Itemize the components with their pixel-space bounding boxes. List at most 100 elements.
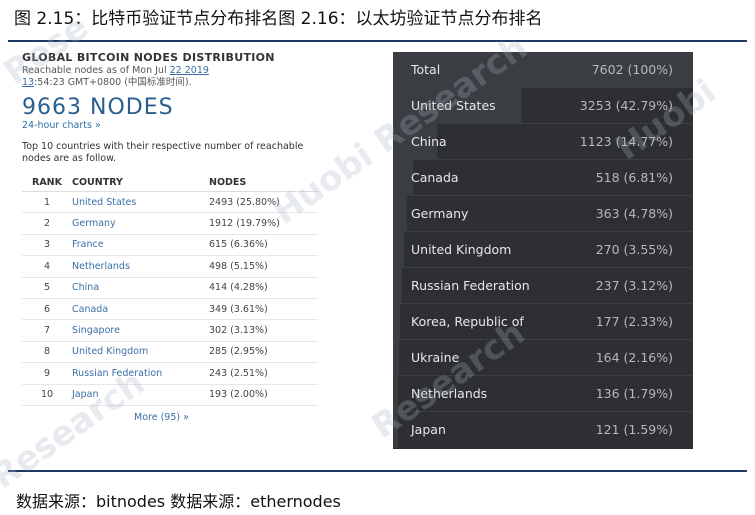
bitnodes-table: RANK COUNTRY NODES 1 United States 2493 (2… <box>22 173 318 406</box>
table-row: 5 China 414 (4.28%) <box>22 277 318 299</box>
nodes-cell: 1912 (19.79%) <box>209 212 318 235</box>
eth-node-count: 121 (1.59%) <box>595 422 673 437</box>
nodes-cell: 285 (2.95%) <box>209 341 318 364</box>
eth-share-bar <box>393 196 408 231</box>
eth-row[interactable]: Canada 518 (6.81%) <box>393 160 693 196</box>
eth-node-count: 164 (2.16%) <box>595 350 673 365</box>
eth-node-count: 3253 (42.79%) <box>579 98 673 113</box>
country-link[interactable]: Germany <box>72 212 209 235</box>
rank-cell: 2 <box>22 212 72 235</box>
column-header-country: COUNTRY <box>72 173 209 192</box>
country-link[interactable]: Japan <box>72 384 209 406</box>
rank-cell: 6 <box>22 298 72 321</box>
eth-country-label: Korea, Republic of <box>411 314 524 329</box>
eth-country-label: Netherlands <box>411 386 488 401</box>
eth-row[interactable]: China 1123 (14.77%) <box>393 124 693 160</box>
top-rule <box>8 40 747 42</box>
table-row: 6 Canada 349 (3.61%) <box>22 298 318 321</box>
country-link[interactable]: China <box>72 277 209 299</box>
reachable-prefix: Reachable nodes as of Mon Jul <box>22 65 170 76</box>
eth-share-bar <box>393 340 400 375</box>
country-link[interactable]: Singapore <box>72 319 209 342</box>
nodes-cell: 414 (4.28%) <box>209 277 318 299</box>
eth-country-label: Japan <box>411 422 446 437</box>
eth-share-bar <box>393 376 399 411</box>
table-row: 1 United States 2493 (25.80%) <box>22 191 318 214</box>
eth-row[interactable]: Netherlands 136 (1.79%) <box>393 376 693 412</box>
country-link[interactable]: United Kingdom <box>72 341 209 364</box>
eth-node-count: 1123 (14.77%) <box>579 134 673 149</box>
eth-node-count: 177 (2.33%) <box>595 314 673 329</box>
rank-cell: 9 <box>22 362 72 385</box>
table-row: 3 France 615 (6.36%) <box>22 234 318 257</box>
eth-node-count: 518 (6.81%) <box>595 170 673 185</box>
bottom-rule <box>8 470 747 472</box>
reachable-nodes-text: Reachable nodes as of Mon Jul 22 2019 13… <box>22 65 322 89</box>
eth-node-count: 237 (3.12%) <box>595 278 673 293</box>
eth-country-label: Canada <box>411 170 459 185</box>
column-header-nodes: NODES <box>209 173 318 192</box>
eth-row[interactable]: Russian Federation 237 (3.12%) <box>393 268 693 304</box>
country-link[interactable]: Russian Federation <box>72 362 209 385</box>
figure-title: 图 2.15：比特币验证节点分布排名图 2.16：以太坊验证节点分布排名 <box>14 9 543 29</box>
eth-share-bar <box>393 268 403 303</box>
table-row: 10 Japan 193 (2.00%) <box>22 384 318 406</box>
eth-row[interactable]: Ukraine 164 (2.16%) <box>393 340 693 376</box>
table-row: 8 United Kingdom 285 (2.95%) <box>22 341 318 364</box>
source-note: 数据来源：bitnodes 数据来源：ethernodes <box>16 492 341 511</box>
nodes-cell: 2493 (25.80%) <box>209 191 318 214</box>
ethernodes-panel: Total 7602 (100%) United States 3253 (42.79… <box>393 52 693 449</box>
eth-country-label: Germany <box>411 206 469 221</box>
charts-link[interactable]: 24-hour charts » <box>22 120 322 132</box>
total-nodes-count: 9663 NODES <box>22 95 174 120</box>
eth-node-count: 136 (1.79%) <box>595 386 673 401</box>
eth-share-bar <box>393 412 398 448</box>
eth-country-label: United Kingdom <box>411 242 512 257</box>
eth-share-bar <box>393 304 400 339</box>
eth-row[interactable]: Germany 363 (4.78%) <box>393 196 693 232</box>
eth-row[interactable]: Total 7602 (100%) <box>393 52 693 88</box>
rank-cell: 3 <box>22 234 72 257</box>
date-link[interactable]: 22 2019 <box>170 65 209 76</box>
rank-cell: 1 <box>22 191 72 214</box>
bitnodes-panel: GLOBAL BITCOIN NODES DISTRIBUTION Reacha… <box>22 52 322 423</box>
eth-row[interactable]: United States 3253 (42.79%) <box>393 88 693 124</box>
top10-description: Top 10 countries with their respective n… <box>22 141 304 164</box>
eth-node-count: 270 (3.55%) <box>595 242 673 257</box>
nodes-cell: 498 (5.15%) <box>209 255 318 278</box>
eth-country-label: United States <box>411 98 496 113</box>
rank-cell: 10 <box>22 384 72 406</box>
eth-node-count: 7602 (100%) <box>591 62 673 77</box>
table-row: 9 Russian Federation 243 (2.51%) <box>22 362 318 385</box>
rank-cell: 4 <box>22 255 72 278</box>
nodes-cell: 615 (6.36%) <box>209 234 318 257</box>
nodes-cell: 302 (3.13%) <box>209 319 318 342</box>
country-link[interactable]: France <box>72 234 209 257</box>
eth-country-label: Total <box>411 62 441 77</box>
eth-country-label: Russian Federation <box>411 278 530 293</box>
country-link[interactable]: United States <box>72 191 209 214</box>
eth-country-label: Ukraine <box>411 350 460 365</box>
country-link[interactable]: Netherlands <box>72 255 209 278</box>
column-header-rank: RANK <box>22 173 72 192</box>
nodes-cell: 349 (3.61%) <box>209 298 318 321</box>
nodes-cell: 243 (2.51%) <box>209 362 318 385</box>
bitnodes-heading: GLOBAL BITCOIN NODES DISTRIBUTION <box>22 51 275 64</box>
eth-row[interactable]: Korea, Republic of 177 (2.33%) <box>393 304 693 340</box>
more-countries-link[interactable]: More (95) » <box>22 412 322 423</box>
eth-node-count: 363 (4.78%) <box>595 206 673 221</box>
reachable-suffix: :54:23 GMT+0800 (中国标准时间). <box>34 77 192 88</box>
eth-row[interactable]: United Kingdom 270 (3.55%) <box>393 232 693 268</box>
eth-share-bar <box>393 232 404 267</box>
table-row: 4 Netherlands 498 (5.15%) <box>22 255 318 278</box>
country-link[interactable]: Canada <box>72 298 209 321</box>
rank-cell: 5 <box>22 277 72 299</box>
nodes-cell: 193 (2.00%) <box>209 384 318 406</box>
eth-country-label: China <box>411 134 447 149</box>
eth-row[interactable]: Japan 121 (1.59%) <box>393 412 693 448</box>
table-row: 2 Germany 1912 (19.79%) <box>22 212 318 235</box>
time-link[interactable]: 13 <box>22 77 34 88</box>
rank-cell: 7 <box>22 319 72 342</box>
table-row: 7 Singapore 302 (3.13%) <box>22 319 318 342</box>
table-header-row: RANK COUNTRY NODES <box>22 173 318 192</box>
